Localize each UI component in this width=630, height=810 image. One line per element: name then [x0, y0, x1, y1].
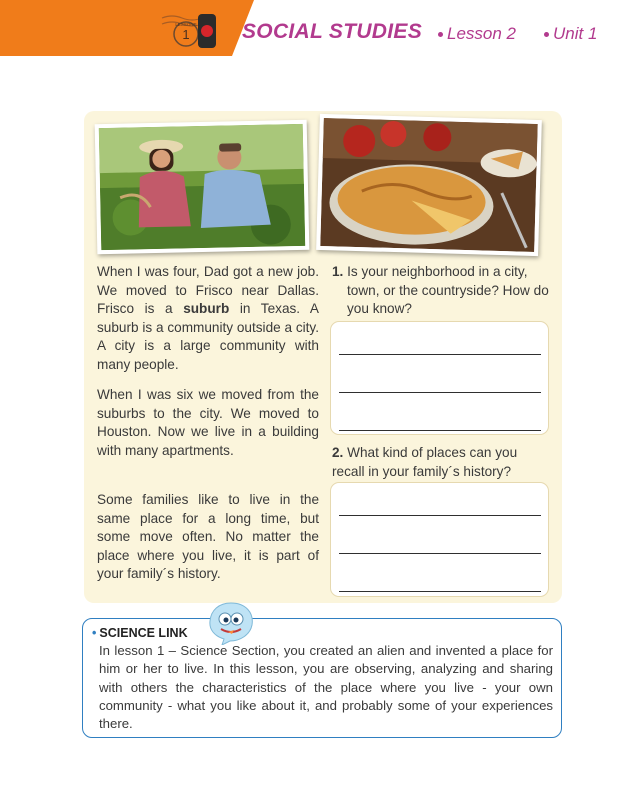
answer-box-1[interactable] [330, 321, 549, 435]
answer-box-2[interactable] [330, 482, 549, 597]
answer-line [339, 392, 541, 393]
question-1: 1. Is your neighborhood in a city, town,… [332, 264, 549, 316]
answer-line [339, 553, 541, 554]
story-paragraph-1: When I was four, Dad got a new job. We m… [97, 264, 319, 372]
question-2: 2. What kind of places can you recall in… [332, 445, 518, 479]
science-link-text: In lesson 1 – Science Section, you creat… [99, 643, 553, 732]
answer-line [339, 591, 541, 592]
gardening-couple-photo [94, 119, 310, 255]
stamp-number: 1 [182, 27, 189, 42]
science-link-title: • SCIENCE LINK [92, 626, 188, 640]
story-paragraph-2: When I was six we moved from the suburbs… [97, 387, 319, 458]
suburb-bold-word: suburb [183, 301, 230, 316]
answer-line [339, 515, 541, 516]
alien-mascot-icon [209, 602, 253, 645]
postmark-stamp-icon: 1 LESSONS [161, 14, 216, 48]
subject-title: SOCIAL STUDIES [242, 20, 423, 43]
apple-pie-photo [316, 113, 542, 257]
lesson-label: Lesson 2 [438, 24, 516, 44]
stamp-arc-text: LESSONS [175, 22, 196, 27]
story-paragraph-3: Some families like to live in the same p… [97, 492, 319, 581]
answer-line [339, 430, 541, 431]
unit-label: Unit 1 [544, 24, 597, 44]
answer-line [339, 354, 541, 355]
